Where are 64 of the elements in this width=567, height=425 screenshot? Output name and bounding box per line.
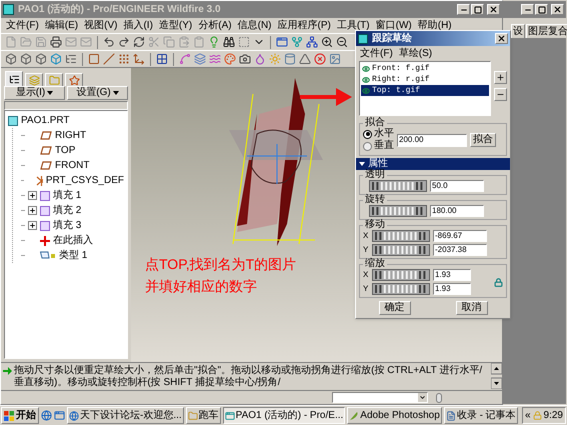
tree-item[interactable]: 填充 2 [53,206,82,216]
panel-dropdown-button[interactable]: 显示(I) [4,86,65,100]
taskbar-button[interactable]: PAO1 (活动的) - Pro/E... [222,407,346,424]
taskbar-button[interactable]: 收录 - 记事本 [444,407,518,424]
menu-item[interactable]: 分析(A) [195,20,235,30]
menu-item[interactable]: 视图(V) [81,20,120,30]
group-title: 移动 [364,220,386,230]
tree-item[interactable]: PAO1.PRT [21,116,70,126]
list-item[interactable]: Top: t.gif [361,85,489,96]
axis-label: X [363,230,369,242]
value-field[interactable]: 180.00 [430,205,484,217]
menu-item[interactable]: 草绘(S) [398,48,432,58]
menu-item[interactable]: 应用程序(P) [274,20,334,30]
section-header[interactable]: 属性 [356,158,510,170]
annotation-text: 点TOP,找到名为T的图片 [145,256,296,274]
menu-item[interactable]: 文件(F) [3,20,42,30]
value-field[interactable]: 1.93 [433,269,471,281]
menu-item[interactable]: 插入(I) [120,20,156,30]
axis-label: Y [363,244,369,256]
tree-item[interactable]: 填充 1 [53,190,82,200]
taskbar-button[interactable]: 跑车 [186,407,221,424]
fit-field[interactable]: 200.00 [397,134,467,146]
menu-item[interactable]: 信息(N) [234,20,274,30]
dialog-button[interactable]: 取消 [456,301,488,315]
list-item[interactable]: Front: f.gif [361,63,489,74]
menu-item[interactable]: 工具(T) [334,20,373,30]
clock: 9:29 [544,409,563,423]
menu-item[interactable]: 造型(Y) [156,20,196,30]
group-title: 拟合 [364,118,386,128]
panel-tab[interactable]: 设 [511,24,525,38]
tree-item[interactable]: FRONT [55,160,90,170]
dialog-button[interactable]: 确定 [378,301,410,315]
window-title: PAO1 (活动的) - Pro/ENGINEER Wildfire 3.0 [18,2,221,17]
radio-label: 水平 [374,128,394,140]
menu-item[interactable]: 文件(F) [360,48,393,58]
radio-label: 垂直 [374,140,394,152]
tree-item[interactable]: 类型 1 [59,250,88,260]
value-field[interactable]: 50.0 [430,180,484,192]
start-button[interactable]: 开始 [1,407,39,424]
axis-label: Y [363,283,369,295]
fit-button[interactable]: 拟合 [470,133,496,147]
value-field[interactable]: -2037.38 [433,244,487,256]
list-item[interactable]: Right: r.gif [361,74,489,85]
group-title: 旋转 [364,195,386,205]
tree-item[interactable]: TOP [55,146,76,156]
tree-item[interactable]: 填充 3 [53,220,82,230]
taskbar-button[interactable]: Adobe Photoshop [347,407,442,424]
panel-dropdown-button[interactable]: 设置(G) [67,86,128,100]
value-field[interactable]: -869.67 [433,230,487,242]
annotation-text: 并填好相应的数字 [145,278,257,295]
menu-item[interactable]: 窗口(W) [372,20,415,30]
tray-toggle[interactable]: « [524,408,531,423]
group-title: 透明 [364,170,386,180]
tree-item[interactable]: PRT_CSYS_DEF [46,176,124,186]
tree-item[interactable]: RIGHT [55,130,86,140]
group-title: 缩放 [364,259,386,269]
taskbar-button[interactable]: 天下设计论坛-欢迎您... [67,407,184,424]
tree-item[interactable]: 在此插入 [53,236,93,246]
dialog-title: 跟踪草绘 [372,34,412,44]
menu-item[interactable]: 帮助(H) [414,20,455,30]
axis-label: X [363,269,369,281]
menu-item[interactable]: 编辑(E) [42,20,82,30]
status-message: 拖动尺寸条以便重定草绘大小，然后单击"拟合"。拖动以移动或拖动拐角进行缩放(按 CTRL+ALT 进行水平/垂直移动)。移动或旋转控制杆(按 SHIFT 捕捉草绘中心/拐角/ [14,365,484,389]
value-field[interactable]: 1.93 [433,283,471,295]
